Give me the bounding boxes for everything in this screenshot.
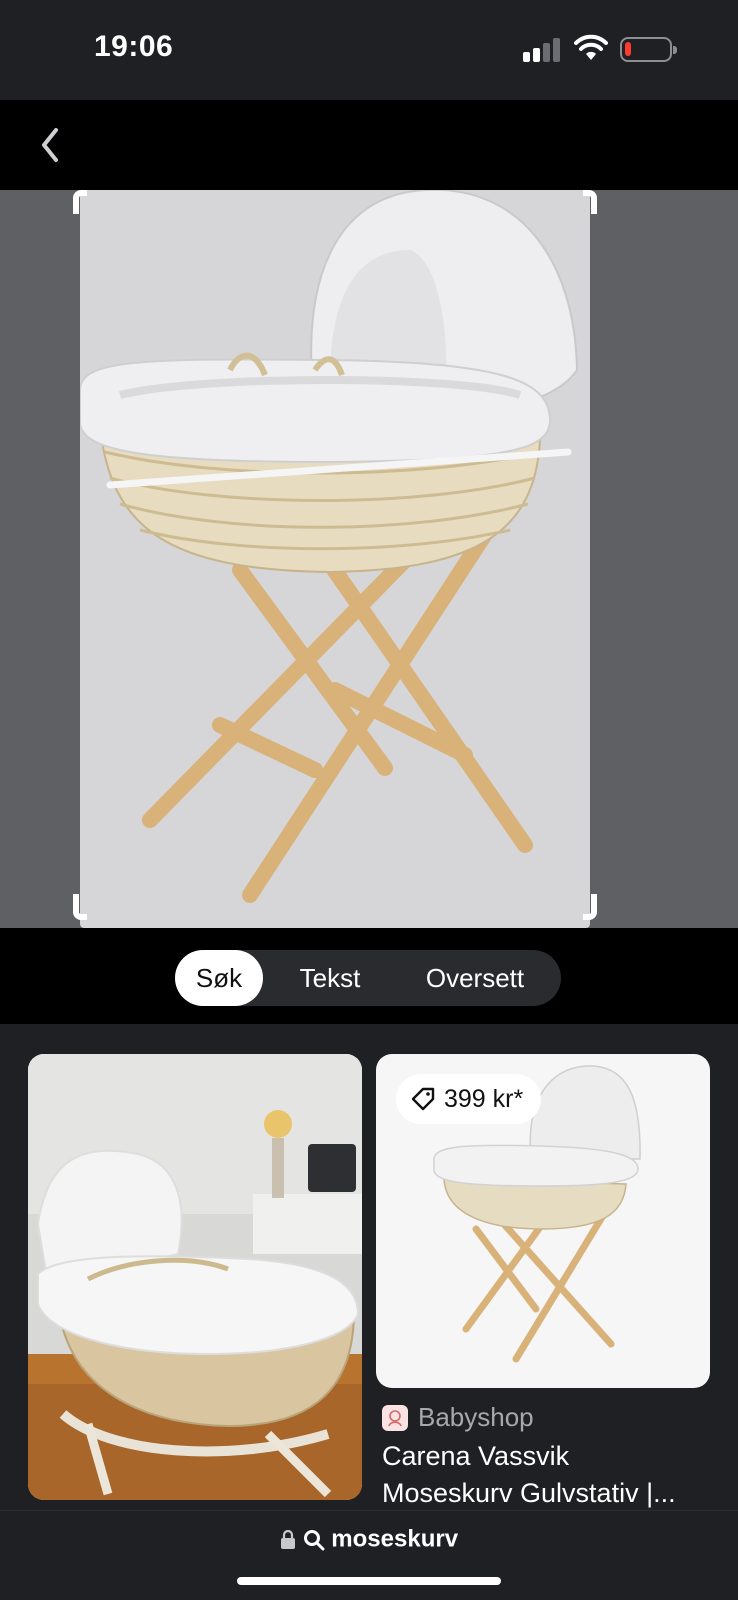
result-image-2[interactable]: 399 kr*: [376, 1054, 710, 1388]
magnifier-icon: [303, 1529, 325, 1551]
source-name: Babyshop: [418, 1402, 534, 1432]
price-badge: 399 kr*: [396, 1074, 542, 1124]
result-photo-rocking-bassinet: [28, 1054, 362, 1500]
babyshop-logo-icon: [382, 1404, 408, 1431]
crop-corner-bottom-right[interactable]: [583, 894, 597, 920]
cellular-signal-icon: [523, 38, 561, 62]
bassinet-illustration: [80, 190, 579, 903]
visual-matches: 399 kr* Babyshop Carena Vassvik Moseskur…: [0, 1024, 738, 1510]
mode-selector-bar: Søk Tekst Oversett: [0, 928, 738, 1024]
result-title[interactable]: Carena Vassvik Moseskurv Gulvstativ |...: [382, 1438, 712, 1510]
nav-bar: [0, 100, 738, 190]
tab-translate[interactable]: Oversett: [397, 950, 553, 1006]
price-text: 399 kr*: [444, 1084, 524, 1113]
home-indicator: [237, 1577, 501, 1585]
selected-image-bassinet[interactable]: [80, 190, 590, 928]
price-tag-icon: [411, 1087, 435, 1111]
crop-corner-top-left[interactable]: [73, 190, 87, 214]
tab-text[interactable]: Tekst: [275, 950, 385, 1006]
result-image-1[interactable]: [28, 1054, 362, 1500]
address-query: moseskurv: [331, 1525, 459, 1553]
image-viewer: [0, 190, 738, 928]
chevron-left-icon[interactable]: [34, 124, 66, 166]
lock-icon: [280, 1529, 295, 1549]
address-text-wrap[interactable]: moseskurv: [0, 1525, 738, 1554]
mode-selector: Søk Tekst Oversett: [175, 950, 561, 1006]
result-source[interactable]: Babyshop: [382, 1402, 534, 1433]
tab-search[interactable]: Søk: [175, 950, 263, 1006]
wifi-icon: [574, 34, 608, 60]
status-bar: 19:06: [0, 0, 738, 100]
crop-corner-bottom-left[interactable]: [73, 894, 87, 920]
battery-icon: [620, 37, 677, 62]
address-bar[interactable]: moseskurv: [0, 1510, 738, 1600]
crop-corner-top-right[interactable]: [583, 190, 597, 214]
status-time: 19:06: [94, 30, 174, 63]
